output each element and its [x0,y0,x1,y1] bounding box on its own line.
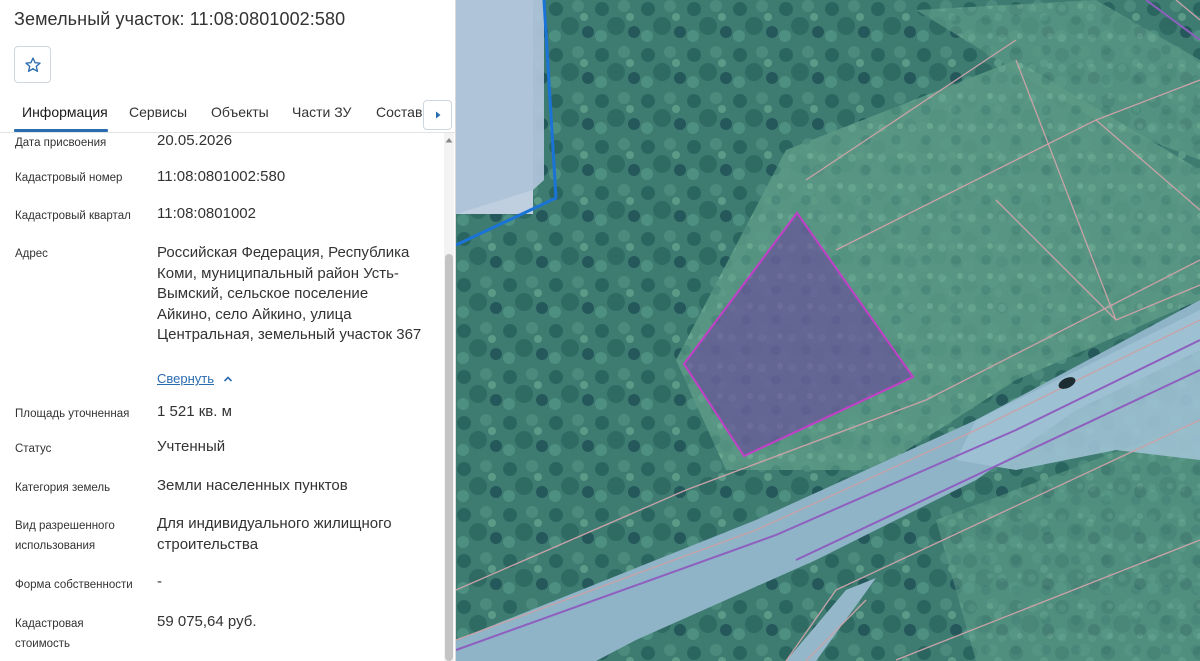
info-label: Кадастровый номер [15,172,123,184]
info-label: Кадастровая стоимость [15,618,84,650]
info-value: 20.05.2026 [157,133,233,149]
address-value: Российская Федерация, Республика Коми, м… [157,244,422,343]
star-outline-icon [24,56,41,72]
unloaded-map-area [456,0,544,214]
info-value: - [157,573,162,590]
app-window: Земельный участок: 11:08:0801002:580 Инф… [0,0,1200,661]
active-tab-indicator [14,129,108,132]
scroll-up-arrow-icon [445,138,453,143]
info-value: 59 075,64 руб. [157,613,257,630]
favorite-button[interactable] [14,46,51,83]
info-label: Площадь уточненная [15,408,130,420]
info-list: Дата присвоения 20.05.2026 Кадастровый н… [0,133,455,661]
tab-information[interactable]: Информация [22,104,108,120]
map-canvas[interactable] [456,0,1200,661]
info-value: Для индивидуального жилищного строительс… [157,515,392,553]
tab-bar: Информация Сервисы Объекты Части ЗУ Сост… [0,93,455,133]
caret-right-icon [435,111,440,119]
info-value: 11:08:0801002:580 [157,168,286,185]
info-label: Форма собственности [15,579,133,591]
tab-parcel-parts[interactable]: Части ЗУ [292,104,351,120]
info-value: Учтенный [157,438,226,455]
map-view[interactable] [456,0,1200,661]
info-label: Статус [15,443,52,455]
info-label: Вид разрешенного использования [15,520,115,552]
info-label: Кадастровый квартал [15,210,131,222]
tab-composition[interactable]: Состав [376,104,422,120]
tab-services[interactable]: Сервисы [129,104,187,120]
info-value: 11:08:0801002 [157,205,256,222]
collapse-address-link[interactable]: Свернуть [157,371,214,386]
info-label: Адрес [15,248,48,260]
tab-scroll-right-button[interactable] [423,100,452,130]
scrollbar-thumb[interactable] [445,254,453,661]
info-value: 1 521 кв. м [157,403,232,420]
tab-objects[interactable]: Объекты [211,104,269,120]
info-panel: Земельный участок: 11:08:0801002:580 Инф… [0,0,456,661]
info-label: Категория земель [15,482,111,494]
page-title: Земельный участок: 11:08:0801002:580 [14,9,346,29]
info-value: Земли населенных пунктов [157,477,348,494]
info-label: Дата присвоения [15,137,107,149]
chevron-up-icon[interactable] [222,373,234,385]
scroll-up-button[interactable] [444,135,454,145]
